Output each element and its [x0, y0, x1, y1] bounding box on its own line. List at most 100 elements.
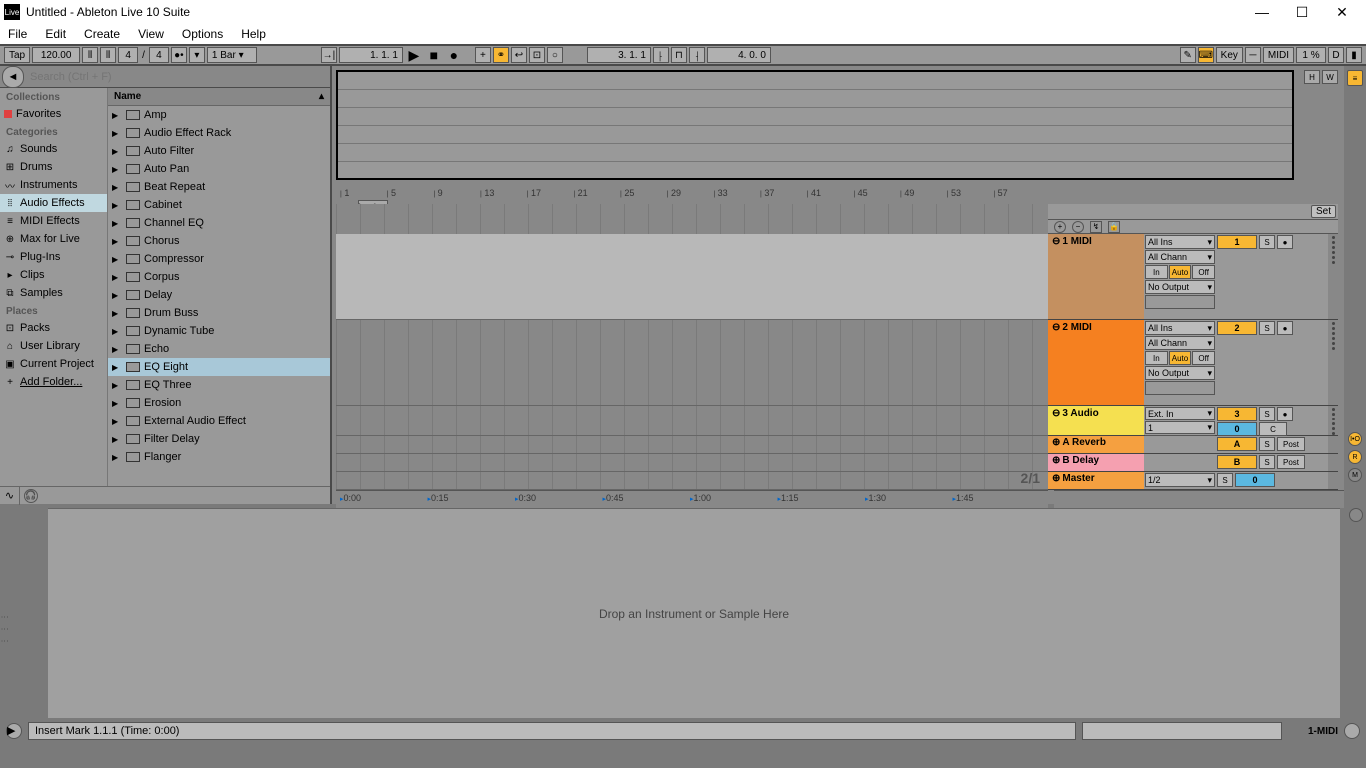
automation-arm-button[interactable]: ⚭: [493, 47, 509, 63]
device-item-beat-repeat[interactable]: ▶Beat Repeat: [108, 178, 330, 196]
sidebar-place-add-folder-[interactable]: +Add Folder...: [0, 373, 107, 391]
bar-ruler[interactable]: ▷ ◁ | 1| 5| 9| 13| 17| 21| 25| 29| 33| 3…: [336, 186, 1048, 204]
menu-view[interactable]: View: [138, 27, 164, 41]
sidebar-category-audio-effects[interactable]: ⦙⦙Audio Effects: [0, 194, 107, 212]
quantize-menu[interactable]: 1 Bar ▾: [207, 47, 257, 63]
device-item-auto-filter[interactable]: ▶Auto Filter: [108, 142, 330, 160]
sidebar-place-user-library[interactable]: ⌂User Library: [0, 337, 107, 355]
set-marker-button[interactable]: Set: [1311, 205, 1336, 218]
track-header-1-midi[interactable]: ⊖1 MIDIAll Ins▾All Chann▾InAutoOffNo Out…: [1048, 234, 1338, 320]
track-activator[interactable]: A: [1217, 437, 1257, 451]
device-item-delay[interactable]: ▶Delay: [108, 286, 330, 304]
output-type[interactable]: No Output▾: [1145, 280, 1215, 294]
tap-tempo-button[interactable]: Tap: [4, 47, 30, 63]
automation-mode[interactable]: ↯: [1090, 221, 1102, 233]
send-c[interactable]: C: [1259, 422, 1287, 436]
input-channel[interactable]: All Chann▾: [1145, 250, 1215, 264]
solo-button[interactable]: S: [1259, 437, 1275, 451]
device-item-audio-effect-rack[interactable]: ▶Audio Effect Rack: [108, 124, 330, 142]
monitor-off[interactable]: Off: [1192, 351, 1215, 365]
key-map-button[interactable]: Key: [1216, 47, 1243, 63]
sidebar-category-plug-ins[interactable]: ⊸Plug-Ins: [0, 248, 107, 266]
solo-button[interactable]: S: [1217, 473, 1233, 487]
menu-options[interactable]: Options: [182, 27, 223, 41]
track-unfold-icon[interactable]: ⊕: [1052, 455, 1060, 466]
status-indicator-right[interactable]: [1344, 723, 1360, 739]
device-item-auto-pan[interactable]: ▶Auto Pan: [108, 160, 330, 178]
post-button[interactable]: Post: [1277, 455, 1305, 469]
output-channel[interactable]: [1145, 295, 1215, 309]
input-type[interactable]: All Ins▾: [1145, 321, 1215, 335]
stop-button[interactable]: ■: [425, 47, 443, 63]
capture-button[interactable]: ⊡: [529, 47, 545, 63]
add-lane-button[interactable]: +: [1054, 221, 1066, 233]
track-header-2-midi[interactable]: ⊖2 MIDIAll Ins▾All Chann▾InAutoOffNo Out…: [1048, 320, 1338, 406]
track-activator[interactable]: 3: [1217, 407, 1257, 421]
returns-toggle[interactable]: R: [1348, 450, 1362, 464]
maximize-button[interactable]: ☐: [1282, 0, 1322, 24]
sidebar-category-max-for-live[interactable]: ⊕Max for Live: [0, 230, 107, 248]
device-item-erosion[interactable]: ▶Erosion: [108, 394, 330, 412]
menu-file[interactable]: File: [8, 27, 27, 41]
arrangement-overview[interactable]: [336, 70, 1294, 180]
draw-mode[interactable]: ✎: [1180, 47, 1196, 63]
device-item-corpus[interactable]: ▶Corpus: [108, 268, 330, 286]
loop-switch[interactable]: ⊓: [671, 47, 687, 63]
sidebar-favorites[interactable]: Favorites: [0, 105, 107, 123]
track-title[interactable]: ⊕Master: [1048, 472, 1144, 489]
device-item-eq-eight[interactable]: ▶EQ Eight: [108, 358, 330, 376]
time-sig-den[interactable]: 4: [149, 47, 169, 63]
lock-envelopes[interactable]: 🔒: [1108, 221, 1120, 233]
track-unfold-icon[interactable]: ⊕: [1052, 437, 1060, 448]
io-section-toggle[interactable]: I•O: [1348, 432, 1362, 446]
content-header[interactable]: Name▴: [108, 88, 330, 106]
disk-overload[interactable]: D: [1328, 47, 1344, 63]
track-activator[interactable]: 1: [1217, 235, 1257, 249]
metronome-button[interactable]: ●•: [171, 47, 187, 63]
input-channel[interactable]: 1▾: [1145, 421, 1215, 434]
master-vol[interactable]: 0: [1235, 473, 1275, 487]
detail-handle[interactable]: ⋮⋮⋮: [0, 504, 14, 718]
track-title[interactable]: ⊕A Reverb: [1048, 436, 1144, 453]
device-item-echo[interactable]: ▶Echo: [108, 340, 330, 358]
menu-create[interactable]: Create: [84, 27, 120, 41]
preview-button[interactable]: 🎧: [24, 489, 38, 503]
arm-button[interactable]: ●: [1277, 321, 1293, 335]
tempo-field[interactable]: 120.00: [32, 47, 80, 63]
session-arrange-toggle[interactable]: ≡: [1347, 70, 1363, 86]
computer-midi-keyboard[interactable]: ⌨: [1198, 47, 1214, 63]
sidebar-category-samples[interactable]: ⧉Samples: [0, 284, 107, 302]
track-title[interactable]: ⊕B Delay: [1048, 454, 1144, 471]
return-header-a-reverb[interactable]: ⊕A Reverb ASPost: [1048, 436, 1338, 454]
track-unfold-icon[interactable]: ⊕: [1052, 473, 1060, 484]
device-item-dynamic-tube[interactable]: ▶Dynamic Tube: [108, 322, 330, 340]
solo-button[interactable]: S: [1259, 235, 1275, 249]
track-lanes[interactable]: 2/1: [336, 204, 1048, 490]
record-button[interactable]: ●: [445, 47, 463, 63]
tempo-nudge-up[interactable]: ⦀: [100, 47, 116, 63]
monitor-auto[interactable]: Auto: [1169, 265, 1192, 279]
post-button[interactable]: Post: [1277, 437, 1305, 451]
return-header-b-delay[interactable]: ⊕B DelayBSPost: [1048, 454, 1338, 472]
track-unfold-icon[interactable]: ⊖: [1052, 322, 1060, 333]
solo-button[interactable]: S: [1259, 321, 1275, 335]
browser-back-button[interactable]: ◄: [2, 66, 24, 88]
device-item-flanger[interactable]: ▶Flanger: [108, 448, 330, 466]
device-item-cabinet[interactable]: ▶Cabinet: [108, 196, 330, 214]
device-item-chorus[interactable]: ▶Chorus: [108, 232, 330, 250]
monitor-auto[interactable]: Auto: [1169, 351, 1192, 365]
mixer-toggle[interactable]: M: [1348, 468, 1362, 482]
follow-button[interactable]: →|: [321, 47, 337, 63]
master-out[interactable]: 1/2▾: [1145, 473, 1215, 487]
solo-button[interactable]: S: [1259, 455, 1275, 469]
loop-start[interactable]: 3. 1. 1: [587, 47, 651, 63]
monitor-in[interactable]: In: [1145, 351, 1168, 365]
time-ruler[interactable]: ▸0:00▸0:15▸0:30▸0:45▸1:00▸1:15▸1:30▸1:45: [336, 490, 1048, 508]
minimize-button[interactable]: —: [1242, 0, 1282, 24]
detail-drop-area[interactable]: Drop an Instrument or Sample Here: [48, 508, 1340, 718]
overdub-button[interactable]: +: [475, 47, 491, 63]
punch-out[interactable]: ⸡: [689, 47, 705, 63]
track-title[interactable]: ⊖3 Audio: [1048, 406, 1144, 435]
monitor-off[interactable]: Off: [1192, 265, 1215, 279]
track-title[interactable]: ⊖2 MIDI: [1048, 320, 1144, 405]
